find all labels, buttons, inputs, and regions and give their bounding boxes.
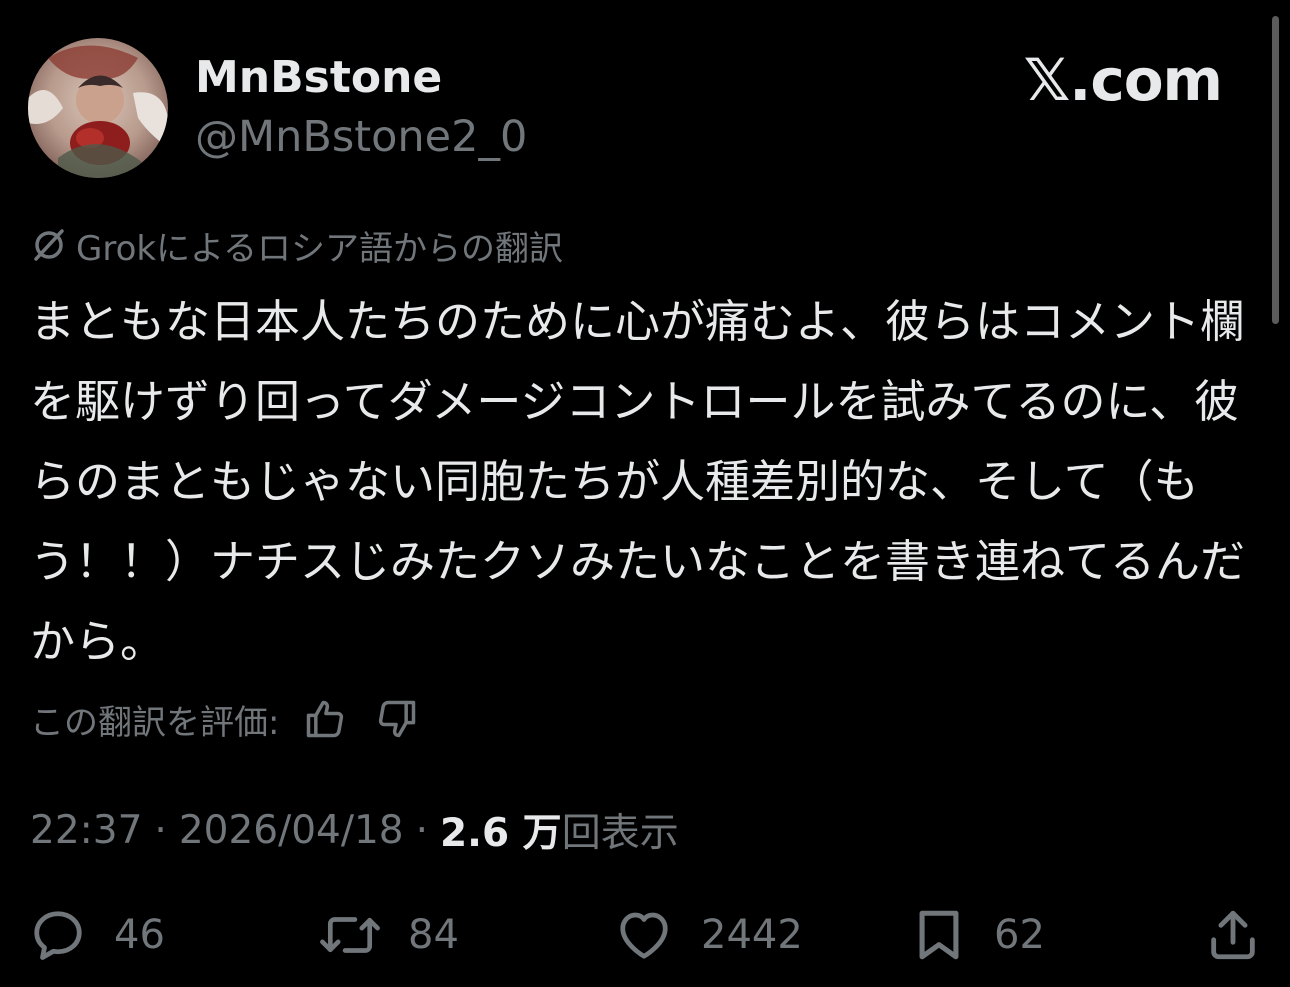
thumbs-down-button[interactable] <box>371 694 423 744</box>
thumbs-up-icon <box>307 700 344 738</box>
heart-icon <box>620 912 668 959</box>
translation-note[interactable]: Grokによるロシア語からの翻訳 <box>30 222 564 269</box>
meta-separator: · <box>154 807 167 853</box>
reply-button[interactable]: 46 <box>28 903 165 967</box>
like-count: 2442 <box>701 912 803 958</box>
repost-button[interactable]: 84 <box>318 903 459 967</box>
tweet-text: まともな日本人たちのために心が痛むよ、彼らはコメント欄を駆けずり回ってダメージコ… <box>30 295 1246 668</box>
bookmark-count: 62 <box>994 912 1045 958</box>
author-display-name[interactable]: MnBstone <box>195 52 442 103</box>
thumbs-down-icon <box>379 700 416 738</box>
translate-off-icon <box>30 226 68 264</box>
tweet-meta: 22:37 · 2026/04/18 · 2.6 万 回表示 <box>30 802 679 858</box>
reply-bubble-icon <box>34 911 82 960</box>
brand-logo: 𝕏.com <box>1023 46 1223 114</box>
translation-note-label: Grokによるロシア語からの翻訳 <box>76 228 564 269</box>
reply-count: 46 <box>114 912 165 958</box>
author-handle[interactable]: @MnBstone2_0 <box>195 112 527 162</box>
repost-count: 84 <box>408 912 459 958</box>
rate-translation: この翻訳を評価: <box>30 694 423 744</box>
tweet-time[interactable]: 22:37 <box>30 808 142 853</box>
views-count[interactable]: 2.6 万 <box>440 802 562 858</box>
rate-translation-label: この翻訳を評価: <box>30 702 280 743</box>
bookmark-button[interactable]: 62 <box>910 903 1045 967</box>
meta-separator: · <box>415 807 429 853</box>
views-label: 回表示 <box>561 811 679 856</box>
thumbs-up-button[interactable] <box>299 694 351 744</box>
scrollbar[interactable] <box>1272 16 1279 324</box>
bookmark-icon <box>919 910 959 960</box>
share-icon <box>1211 910 1255 960</box>
repost-icon <box>320 917 380 953</box>
tweet-date[interactable]: 2026/04/18 <box>179 808 404 853</box>
avatar[interactable] <box>28 38 168 178</box>
like-button[interactable]: 2442 <box>613 903 803 967</box>
share-button[interactable] <box>1204 903 1262 967</box>
